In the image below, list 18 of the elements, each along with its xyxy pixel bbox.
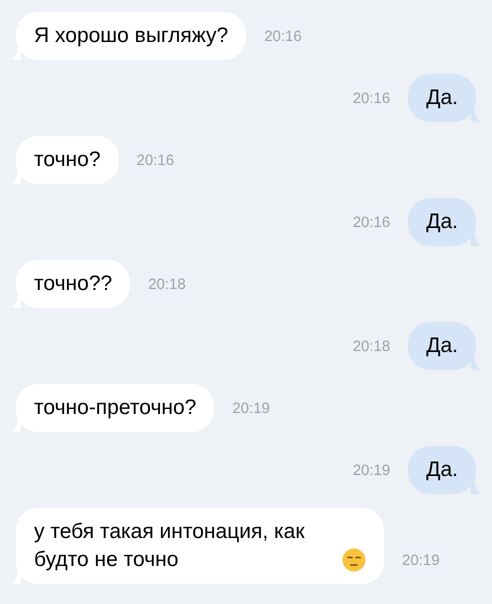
message-text: точно?	[34, 147, 100, 173]
message-time: 20:16	[264, 26, 302, 46]
message-time: 20:18	[352, 336, 390, 356]
message-text: Я хорошо выгляжу?	[34, 23, 228, 49]
message-time: 20:19	[232, 398, 270, 418]
message-time: 20:16	[352, 88, 390, 108]
message-text: точно??	[34, 271, 112, 297]
message-text: Да.	[426, 209, 458, 235]
message-time: 20:16	[136, 150, 174, 170]
message-time: 20:19	[402, 550, 440, 570]
message-text: Да.	[426, 457, 458, 483]
message-time: 20:18	[148, 274, 186, 294]
message-text: точно-преточно?	[34, 395, 196, 421]
message-text: Да.	[426, 333, 458, 359]
message-time: 20:19	[352, 460, 390, 480]
message-text: у тебя такая интонация, как будто не точно	[34, 519, 306, 573]
message-time: 20:16	[352, 212, 390, 232]
message-text: Да.	[426, 85, 458, 111]
